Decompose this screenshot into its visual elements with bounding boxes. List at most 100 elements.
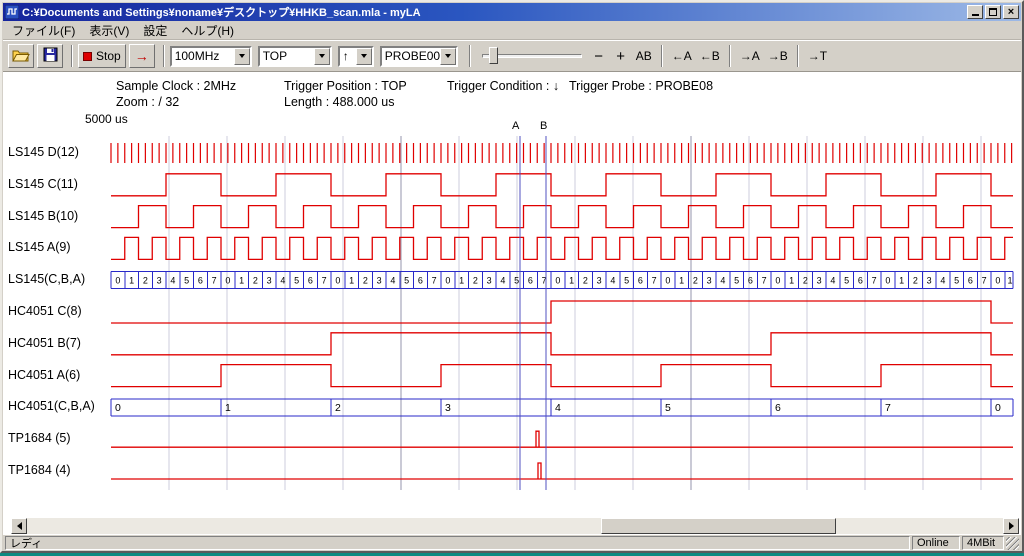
save-button[interactable] xyxy=(37,44,63,68)
svg-text:5: 5 xyxy=(624,276,629,286)
sample-clock-info: Sample Clock : 2MHz xyxy=(116,79,236,93)
svg-text:7: 7 xyxy=(982,276,987,286)
svg-text:3: 3 xyxy=(927,276,932,286)
svg-text:2: 2 xyxy=(253,276,258,286)
trigger-probe-info: Trigger Probe : PROBE08 xyxy=(569,79,713,93)
chevron-down-icon xyxy=(239,54,245,58)
marker-a-label[interactable]: A xyxy=(512,120,519,132)
dropdown-arrow-icon[interactable] xyxy=(356,48,372,65)
trigger-edge-select[interactable]: ↑ xyxy=(338,46,374,67)
svg-text:3: 3 xyxy=(597,276,602,286)
resize-grip[interactable] xyxy=(1006,537,1019,550)
slider-thumb[interactable] xyxy=(489,47,498,64)
zoom-out-button[interactable]: − xyxy=(588,45,610,67)
menu-bar: ファイル(F) 表示(V) 設定 ヘルプ(H) xyxy=(3,21,1021,40)
minimize-button[interactable] xyxy=(967,5,983,19)
marker-b-label[interactable]: B xyxy=(540,120,547,132)
svg-text:1: 1 xyxy=(1007,276,1012,286)
ab-range-button[interactable]: AB xyxy=(632,45,656,67)
sample-clock-select[interactable]: 100MHz xyxy=(170,46,252,67)
trigger-probe-select[interactable]: PROBE00 xyxy=(380,46,458,67)
channel-label: LS145(C,B,A) xyxy=(8,272,85,286)
waveform-viewport: 0123456701234567012345670123456701234567… xyxy=(3,116,1024,520)
menu-help[interactable]: ヘルプ(H) xyxy=(174,20,241,41)
zoom-in-button[interactable]: + xyxy=(610,45,632,67)
svg-text:6: 6 xyxy=(858,276,863,286)
dropdown-arrow-icon[interactable] xyxy=(234,48,250,65)
trigger-position-select[interactable]: TOP xyxy=(258,46,332,67)
svg-text:5: 5 xyxy=(514,276,519,286)
svg-text:4: 4 xyxy=(170,276,175,286)
channel-label: LS145 A(9) xyxy=(8,240,71,254)
svg-text:4: 4 xyxy=(280,276,285,286)
toolbar-separator xyxy=(71,45,73,67)
svg-text:2: 2 xyxy=(363,276,368,286)
svg-text:3: 3 xyxy=(487,276,492,286)
run-arrow-icon: → xyxy=(135,49,149,63)
svg-text:5: 5 xyxy=(184,276,189,286)
svg-text:1: 1 xyxy=(129,276,134,286)
sample-clock-value: 100MHz xyxy=(172,48,234,65)
svg-text:7: 7 xyxy=(762,276,767,286)
goto-marker-b-right-button[interactable]: →B xyxy=(764,45,792,67)
svg-text:6: 6 xyxy=(775,402,781,414)
app-icon xyxy=(5,5,19,19)
close-button[interactable]: × xyxy=(1003,5,1019,19)
run-button[interactable]: → xyxy=(129,44,155,68)
svg-text:0: 0 xyxy=(335,276,340,286)
svg-text:1: 1 xyxy=(459,276,464,286)
maximize-button[interactable] xyxy=(985,5,1001,19)
waveform-canvas: 0123456701234567012345670123456701234567… xyxy=(3,116,1024,520)
svg-text:6: 6 xyxy=(198,276,203,286)
dropdown-arrow-icon[interactable] xyxy=(440,48,456,65)
title-bar[interactable]: C:¥Documents and Settings¥noname¥デスクトップ¥… xyxy=(3,3,1021,21)
zoom-info: Zoom : / 32 xyxy=(116,95,179,109)
svg-text:2: 2 xyxy=(143,276,148,286)
svg-text:0: 0 xyxy=(995,276,1000,286)
svg-text:3: 3 xyxy=(707,276,712,286)
window-controls: × xyxy=(967,5,1019,19)
svg-text:0: 0 xyxy=(115,276,120,286)
goto-trigger-button[interactable]: →T xyxy=(804,45,831,67)
dropdown-arrow-icon[interactable] xyxy=(314,48,330,65)
scrollbar-track[interactable] xyxy=(27,518,1003,534)
menu-settings[interactable]: 設定 xyxy=(136,20,174,41)
svg-text:6: 6 xyxy=(748,276,753,286)
open-folder-icon xyxy=(12,48,30,65)
stop-icon xyxy=(83,52,92,61)
svg-text:2: 2 xyxy=(583,276,588,286)
svg-text:0: 0 xyxy=(775,276,780,286)
menu-view[interactable]: 表示(V) xyxy=(82,20,136,41)
close-icon: × xyxy=(1008,6,1014,18)
svg-text:1: 1 xyxy=(349,276,354,286)
svg-text:2: 2 xyxy=(473,276,478,286)
svg-text:4: 4 xyxy=(555,402,561,414)
svg-text:5: 5 xyxy=(734,276,739,286)
length-info: Length : 488.000 us xyxy=(284,95,395,109)
toolbar-separator xyxy=(729,45,731,67)
scroll-right-button[interactable] xyxy=(1003,518,1019,534)
svg-text:1: 1 xyxy=(225,402,231,414)
status-memory: 4MBit xyxy=(962,536,1004,550)
scroll-left-button[interactable] xyxy=(11,518,27,534)
svg-text:2: 2 xyxy=(335,402,341,414)
goto-marker-b-left-button[interactable]: ←B xyxy=(696,45,724,67)
svg-text:2: 2 xyxy=(693,276,698,286)
goto-marker-a-left-button[interactable]: ←A xyxy=(668,45,696,67)
maximize-icon xyxy=(989,8,997,16)
zoom-slider[interactable] xyxy=(480,45,584,67)
goto-marker-a-right-button[interactable]: →A xyxy=(736,45,764,67)
svg-text:1: 1 xyxy=(789,276,794,286)
horizontal-scrollbar[interactable] xyxy=(11,518,1019,534)
stop-button[interactable]: Stop xyxy=(78,44,126,68)
stop-label: Stop xyxy=(96,49,121,63)
scrollbar-thumb[interactable] xyxy=(601,518,836,534)
trigger-position-value: TOP xyxy=(260,48,314,65)
open-button[interactable] xyxy=(8,44,34,68)
svg-text:6: 6 xyxy=(968,276,973,286)
svg-text:7: 7 xyxy=(872,276,877,286)
chevron-down-icon xyxy=(319,54,325,58)
channel-label: LS145 C(11) xyxy=(8,177,78,191)
toolbar-separator xyxy=(661,45,663,67)
menu-file[interactable]: ファイル(F) xyxy=(5,20,82,41)
